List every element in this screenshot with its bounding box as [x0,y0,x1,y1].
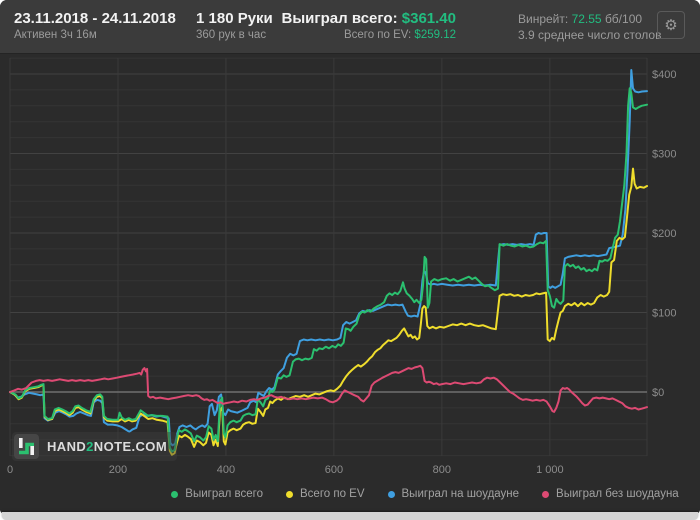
svg-text:0: 0 [7,464,13,476]
svg-text:1 000: 1 000 [536,464,564,476]
won-total-value: $361.40 [401,10,456,27]
svg-text:$300: $300 [652,149,676,161]
svg-text:$400: $400 [652,69,676,81]
won-total-line: Выиграл всего: $361.40 [250,9,456,28]
svg-text:$0: $0 [652,387,664,399]
won-total-label: Выиграл всего: [281,10,398,27]
gear-icon: ⚙ [664,17,678,34]
winrate-unit: бб/100 [604,12,643,26]
ev-total-value: $259.12 [414,29,456,41]
legend-dot-yellow [286,490,293,498]
hand2note-logo-icon [14,434,39,459]
avg-tables: 3.9 среднее число столов [518,28,662,42]
x-axis-labels: 0 200 400 600 800 1 000 [7,464,564,476]
legend-item-non-showdown[interactable]: Выиграл без шоудауна [542,488,679,500]
svg-text:600: 600 [325,464,343,476]
legend-dot-blue [387,490,395,498]
chart-legend: Выиграл всего Всего по EV Выиграл на шоу… [0,488,700,500]
legend-dot-pink [542,490,550,498]
series-2 [9,69,648,447]
window-bottom-edge [2,512,698,520]
svg-text:400: 400 [217,464,235,476]
legend-item-showdown[interactable]: Выиграл на шоудауне [387,488,519,500]
y-axis-labels: $0 $100 $200 $300 $400 [652,69,676,399]
date-range: 23.11.2018 - 24.11.2018 [14,10,176,27]
ev-total-label: Всего по EV: [343,29,412,41]
hand2note-logo-text: HAND2NOTE.COM [47,439,168,454]
series-3 [9,364,648,413]
series-0 [9,87,648,453]
svg-text:$200: $200 [652,228,676,240]
legend-item-won-total[interactable]: Выиграл всего [171,488,263,500]
series-1 [9,167,648,456]
chart-grid [9,57,648,457]
winrate-value: 72.55 [571,12,602,26]
winrate-line: Винрейт: 72.55 бб/100 [518,11,661,27]
legend-dot-green [171,490,179,498]
svg-text:800: 800 [433,464,451,476]
winrate-block: Винрейт: 72.55 бб/100 3.9 среднее число … [518,11,661,43]
winrate-label: Винрейт: [518,12,569,26]
ev-total-line: Всего по EV: $259.12 [250,28,456,43]
session-header: 23.11.2018 - 24.11.2018 Активен 3ч 16м 1… [0,0,700,54]
active-time: Активен 3ч 16м [14,29,97,41]
app-window: 0 200 400 600 800 1 000 $0 $100 $200 $300 $400 23.… [0,0,700,520]
session-report-panel: 0 200 400 600 800 1 000 $0 $100 $200 $300 $400 23.… [0,0,700,513]
winnings-block: Выиграл всего: $361.40 Всего по EV: $259… [250,9,456,43]
session-dates-block: 23.11.2018 - 24.11.2018 Активен 3ч 16м [14,9,176,43]
svg-text:200: 200 [109,464,127,476]
hand2note-logo[interactable]: HAND2NOTE.COM [12,432,178,461]
svg-text:$100: $100 [652,308,676,320]
settings-button[interactable]: ⚙ [657,11,685,39]
legend-item-ev-total[interactable]: Всего по EV [286,488,365,500]
logo-accent: 2 [86,439,94,454]
